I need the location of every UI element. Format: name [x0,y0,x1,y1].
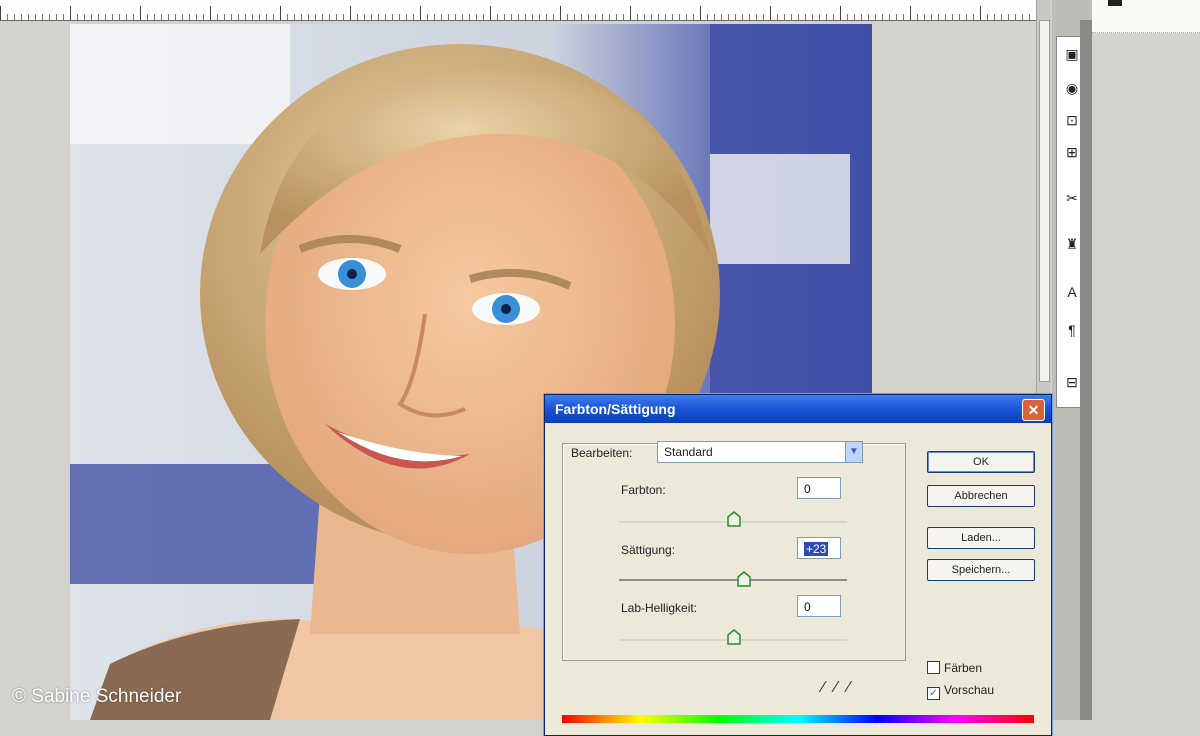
edit-select[interactable]: Standard ▼ [657,441,863,463]
hue-value-field[interactable]: 0 [797,477,841,499]
horizontal-ruler [0,0,1050,21]
hue-label: Farbton: [621,483,666,497]
eyedropper-plus-icon[interactable]: ⁄ [835,679,848,696]
chevron-down-icon[interactable]: ▼ [845,442,862,462]
saturation-label: Sättigung: [621,543,676,557]
eyedropper-tools: ⁄⁄⁄ [822,679,860,697]
edit-label: Bearbeiten: [569,446,635,460]
lightness-value-field[interactable]: 0 [797,595,841,617]
saturation-value-field[interactable]: +23 [797,537,841,559]
saturation-slider-track[interactable] [619,579,847,581]
saturation-slider-thumb[interactable] [737,571,751,587]
colorize-checkbox-row[interactable]: Färben [927,661,982,675]
close-icon[interactable]: ✕ [1022,399,1045,421]
preview-label: Vorschau [944,683,995,697]
panel-edge [1080,20,1092,720]
cancel-button[interactable]: Abbrechen [927,485,1035,507]
eyedropper-icon[interactable]: ⁄ [822,679,835,696]
save-button[interactable]: Speichern... [927,559,1035,581]
hue-saturation-dialog: Farbton/Sättigung ✕ Bearbeiten: Standard… [544,394,1052,736]
copyright-caption: © Sabine Schneider [12,686,182,707]
dialog-titlebar[interactable]: Farbton/Sättigung ✕ [545,395,1051,423]
colorize-label: Färben [944,661,983,675]
preview-checkbox-row[interactable]: ✓ Vorschau [927,683,994,700]
colorize-checkbox[interactable] [927,661,940,674]
ok-button[interactable]: OK [927,451,1035,473]
lightness-value: 0 [804,600,811,614]
saturation-value: +23 [804,542,829,556]
lightness-slider-thumb[interactable] [727,629,741,645]
load-button[interactable]: Laden... [927,527,1035,549]
dialog-title: Farbton/Sättigung [555,401,676,417]
panel-menu-icon[interactable] [1108,0,1122,6]
edit-select-value: Standard [664,445,713,459]
preview-checkbox[interactable]: ✓ [927,687,940,700]
scrollbar-thumb[interactable] [1039,20,1050,382]
color-spectrum-bar [562,715,1034,723]
top-right-panel [1092,0,1200,33]
lightness-label: Lab-Helligkeit: [621,601,698,615]
hue-slider-thumb[interactable] [727,511,741,527]
eyedropper-minus-icon[interactable]: ⁄ [847,679,860,696]
hue-value: 0 [804,482,811,496]
